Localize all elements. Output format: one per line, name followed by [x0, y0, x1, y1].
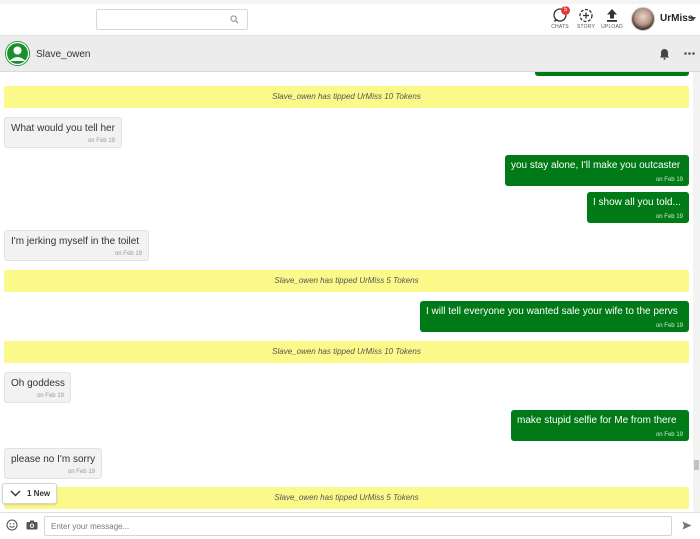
tip-notice-text: Slave_owen has tipped UrMiss 10 Tokens: [272, 92, 421, 101]
message-text: please no I'm sorry: [11, 454, 96, 465]
tip-notice-text: Slave_owen has tipped UrMiss 10 Tokens: [272, 347, 421, 356]
bell-icon[interactable]: [659, 48, 670, 60]
chevron-down-icon: [10, 490, 21, 497]
incoming-message: please no I'm sorry on Feb 19: [4, 448, 102, 479]
message-composer: [0, 512, 700, 539]
tip-notice-text: Slave_owen has tipped UrMiss 5 Tokens: [274, 276, 419, 285]
tip-notice: Slave_owen has tipped UrMiss 10 Tokens: [4, 341, 689, 363]
nav-upload[interactable]: UPLOAD: [600, 8, 624, 30]
incoming-message: What would you tell her on Feb 19: [4, 117, 122, 148]
incoming-message: Oh goddess on Feb 19: [4, 372, 71, 403]
chat-header: Slave_owen: [0, 36, 700, 72]
outgoing-message: I will tell everyone you wanted sale you…: [420, 301, 689, 332]
new-messages-label: 1 New: [27, 489, 51, 498]
message-time: on Feb 19: [114, 251, 142, 257]
scrollbar-thumb[interactable]: [694, 460, 699, 470]
chat-contact-name[interactable]: Slave_owen: [36, 49, 90, 60]
send-icon[interactable]: [682, 521, 692, 530]
message-time: on Feb 19: [87, 138, 115, 144]
tip-notice: Slave_owen has tipped UrMiss 5 Tokens: [4, 487, 689, 509]
emoji-icon[interactable]: [6, 519, 18, 531]
message-text: make stupid selfie for Me from there: [517, 415, 677, 426]
search-icon[interactable]: [230, 15, 239, 24]
chats-badge: 5: [561, 6, 570, 15]
message-time: on Feb 19: [67, 469, 95, 475]
nav-story-label: STORY: [576, 24, 596, 30]
outgoing-message: I show all you told... on Feb 19: [587, 192, 689, 223]
nav-chats[interactable]: 5 CHATS: [548, 6, 572, 30]
tip-notice-text: Slave_owen has tipped UrMiss 5 Tokens: [274, 493, 419, 502]
message-time: on Feb 19: [655, 323, 683, 329]
message-time: on Feb 19: [655, 432, 683, 438]
search-box[interactable]: [96, 9, 248, 30]
message-time: on Feb 19: [655, 214, 683, 220]
message-time: on Feb 19: [655, 177, 683, 183]
user-avatar-icon[interactable]: [5, 41, 30, 66]
profile-avatar[interactable]: [631, 7, 655, 31]
outgoing-message: you stay alone, I'll make you outcaster …: [505, 155, 689, 186]
message-list[interactable]: Slave_owen has tipped UrMiss 10 Tokens W…: [0, 72, 693, 512]
message-time: on Feb 19: [36, 393, 64, 399]
nav-story[interactable]: STORY: [574, 8, 598, 30]
outgoing-message: make stupid selfie for Me from there on …: [511, 410, 689, 441]
profile-name[interactable]: UrMiss: [660, 13, 693, 24]
tip-notice: Slave_owen has tipped UrMiss 10 Tokens: [4, 86, 689, 108]
nav-upload-label: UPLOAD: [601, 24, 623, 30]
message-text: Oh goddess: [11, 378, 65, 389]
top-navigation-bar: 5 CHATS STORY UPLOAD UrMiss: [0, 0, 700, 36]
nav-chats-label: CHATS: [551, 24, 569, 30]
message-text: What would you tell her: [11, 123, 115, 134]
more-icon[interactable]: [684, 52, 695, 55]
upload-icon: [607, 9, 617, 22]
message-text: I will tell everyone you wanted sale you…: [426, 306, 678, 317]
message-text: I show all you told...: [593, 197, 681, 208]
outgoing-message: [535, 72, 689, 76]
tip-notice: Slave_owen has tipped UrMiss 5 Tokens: [4, 270, 689, 292]
message-text: you stay alone, I'll make you outcaster: [511, 160, 681, 171]
message-scrollbar[interactable]: [693, 72, 700, 512]
story-add-icon: [579, 8, 593, 23]
camera-icon[interactable]: [26, 520, 38, 530]
new-messages-button[interactable]: 1 New: [2, 483, 57, 504]
message-text: I'm jerking myself in the toilet: [11, 236, 140, 247]
caret-down-icon[interactable]: [690, 17, 696, 21]
message-input[interactable]: [44, 516, 672, 536]
incoming-message: I'm jerking myself in the toilet on Feb …: [4, 230, 149, 261]
top-strip: [0, 0, 700, 4]
